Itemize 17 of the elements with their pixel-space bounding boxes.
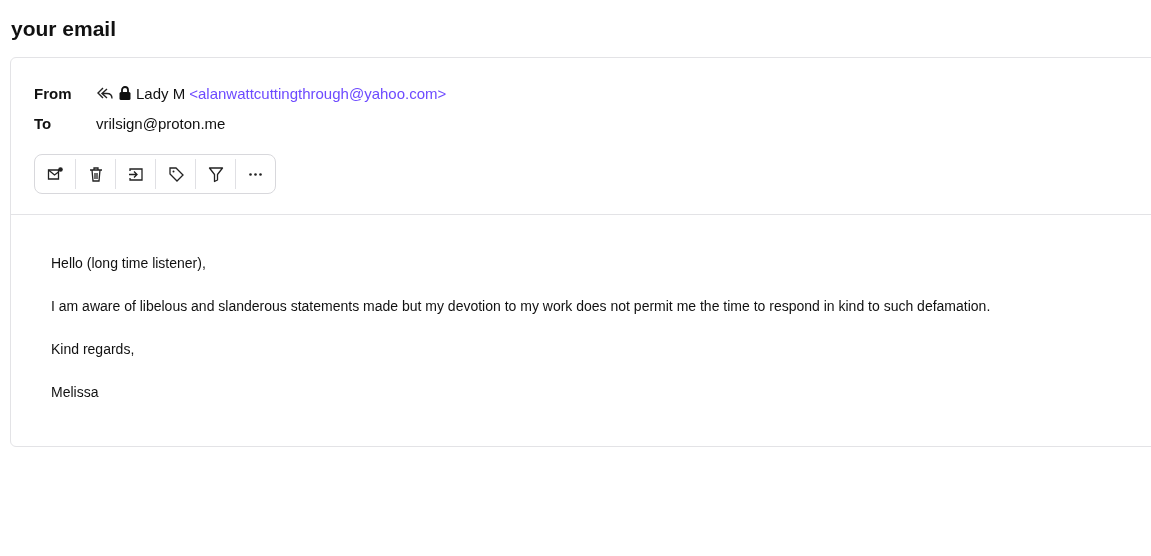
recipient-address[interactable]: vrilsign@proton.me <box>96 114 226 132</box>
more-icon <box>249 172 262 176</box>
tag-icon <box>166 165 185 183</box>
message-paragraph: Hello (long time listener), <box>51 255 207 271</box>
message-paragraph: Kind regards, <box>51 341 136 357</box>
message-paragraph: Melissa <box>51 384 100 400</box>
filter-icon <box>206 165 225 183</box>
lock-icon <box>118 85 132 101</box>
message-paragraph: I am aware of libelous and slanderous statements made but my devotion to my work does not permit me the time to respond in kind to such defamation. <box>51 298 992 314</box>
mail-icon <box>46 165 64 183</box>
to-label: To <box>34 114 53 132</box>
from-label: From <box>34 84 73 102</box>
move-to-folder-icon <box>126 165 145 183</box>
page-title: your email <box>11 17 117 41</box>
sender-name: Lady M <box>136 84 186 102</box>
sender-address[interactable]: <alanwattcuttingthrough@yahoo.com> <box>189 84 447 102</box>
reply-icon <box>96 85 114 101</box>
